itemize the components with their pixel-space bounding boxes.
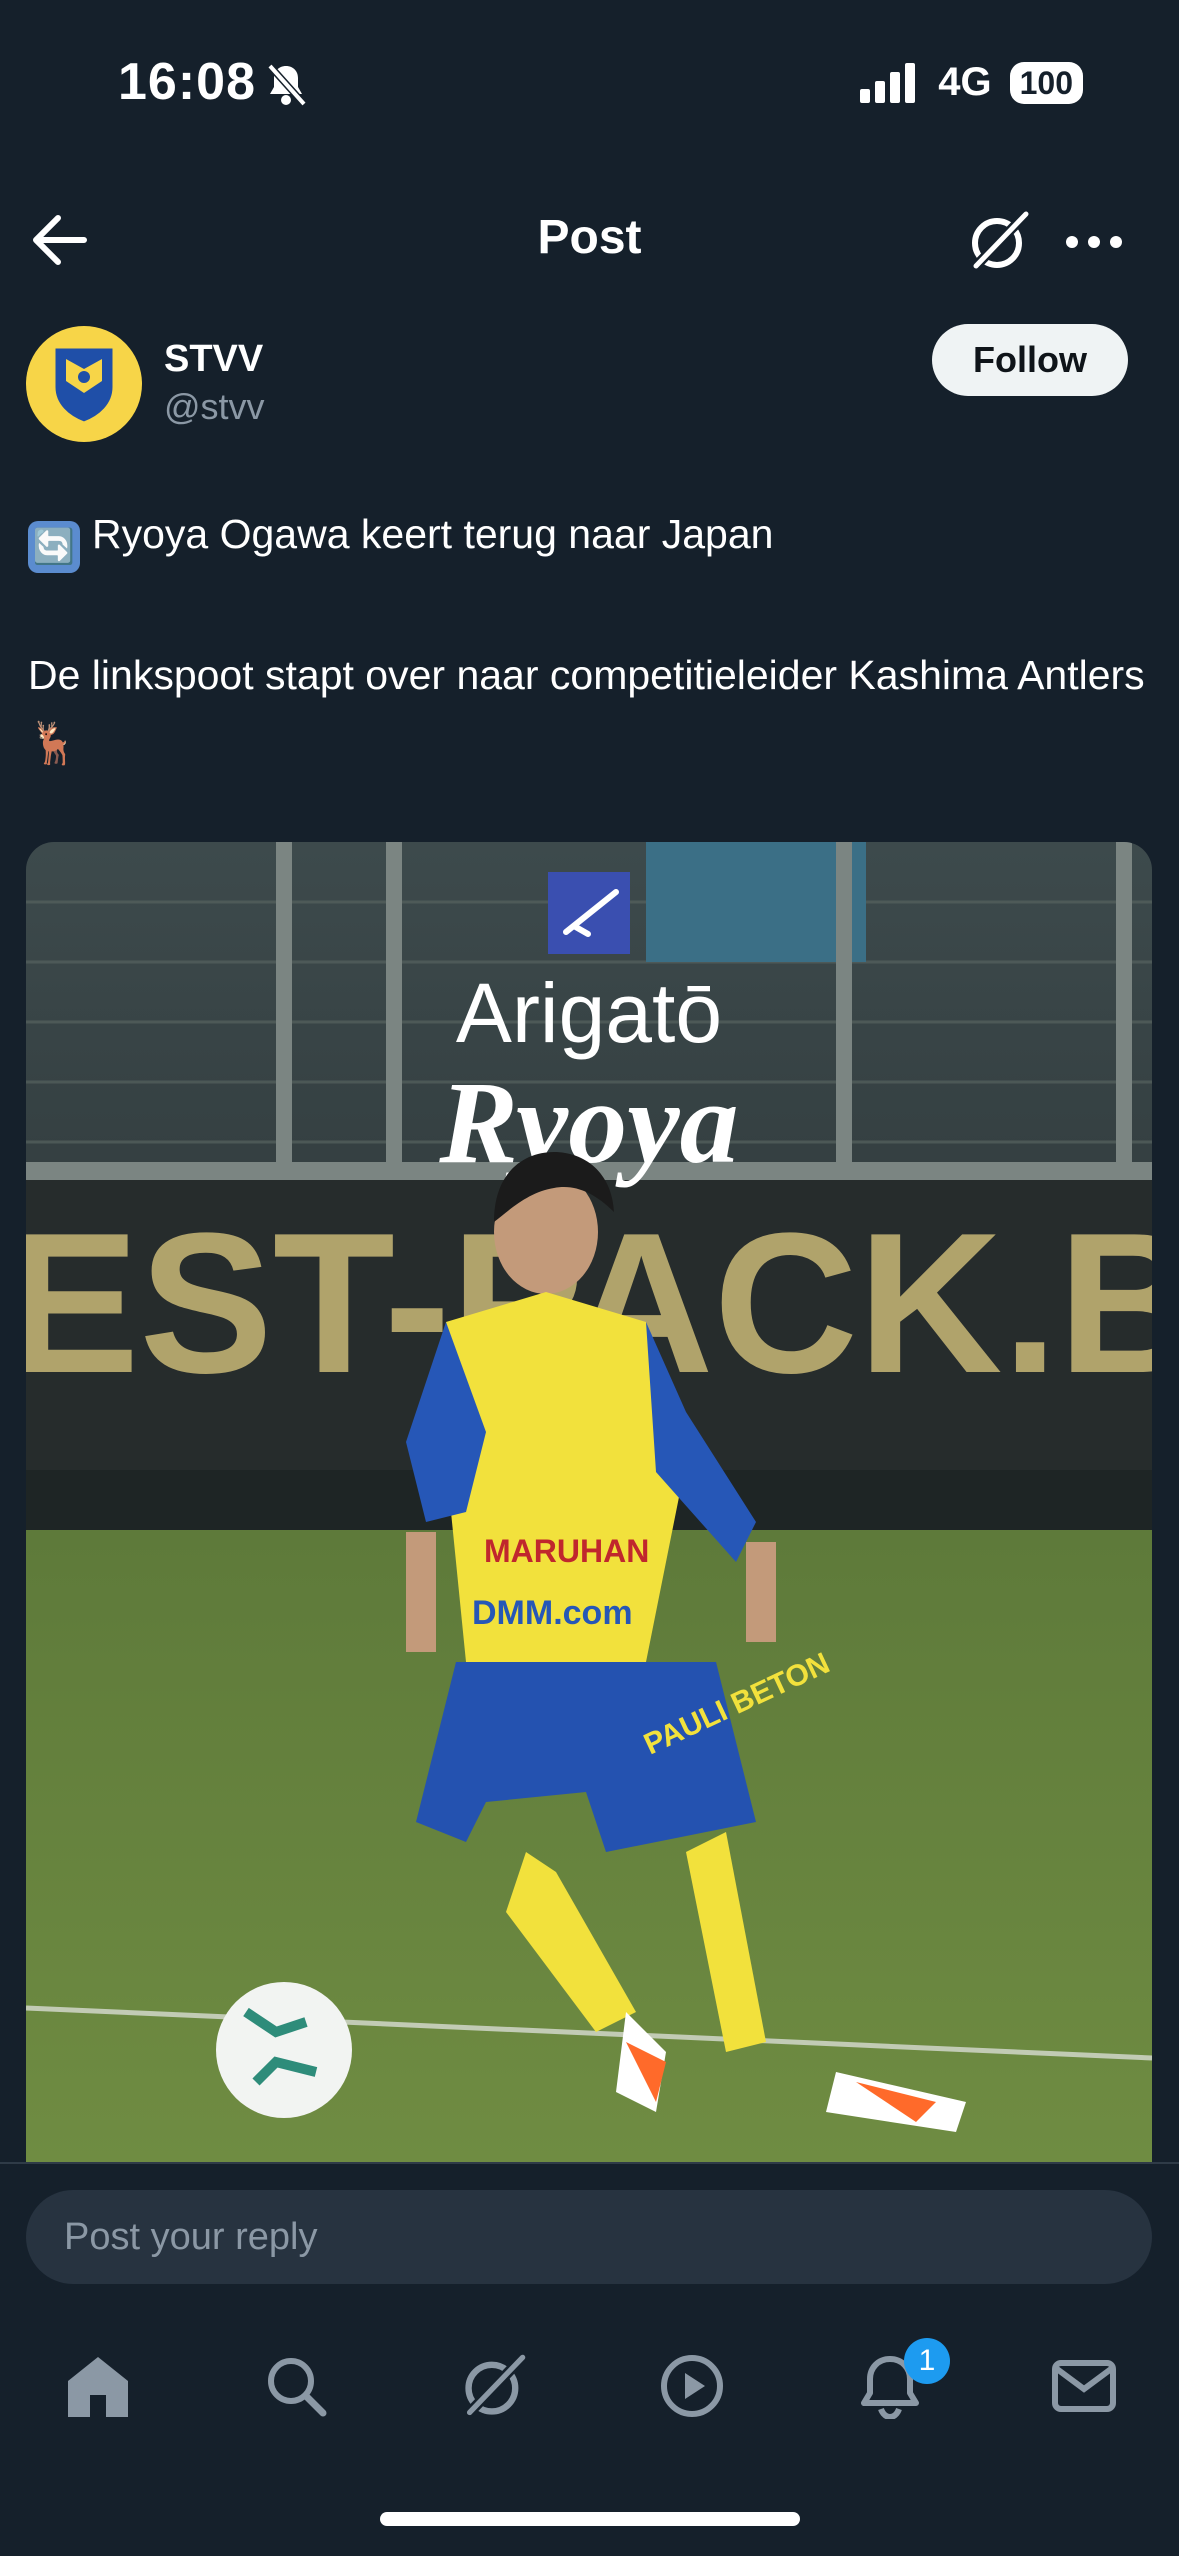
author-handle[interactable]: @stvv: [164, 386, 265, 428]
home-icon[interactable]: [48, 2336, 148, 2436]
author-name[interactable]: STVV: [164, 338, 263, 381]
avatar[interactable]: [26, 326, 142, 442]
post-line-2: De linkspoot stapt over naar competitiel…: [28, 652, 1145, 766]
home-indicator: [380, 2512, 800, 2526]
follow-button[interactable]: Follow: [932, 324, 1128, 396]
search-icon[interactable]: [246, 2336, 346, 2436]
jersey-sponsor: MARUHAN: [484, 1533, 649, 1569]
media-heading-1: Arigatō: [456, 966, 722, 1060]
grok-tab-icon[interactable]: [444, 2336, 544, 2436]
battery-icon: 100: [1009, 61, 1083, 104]
stvv-crest-icon: [52, 345, 116, 425]
reply-input[interactable]: [26, 2190, 1152, 2284]
repeat-emoji-icon: 🔄: [28, 521, 80, 573]
video-icon[interactable]: [642, 2336, 742, 2436]
more-icon[interactable]: [1064, 232, 1124, 257]
post-image[interactable]: EST-PACK.BE Arigatō Ryoya MARUHAN DMM.co…: [26, 842, 1152, 2162]
messages-icon[interactable]: [1034, 2336, 1134, 2436]
jersey-sponsor-2: DMM.com: [472, 1594, 633, 1632]
status-time: 16:08: [118, 53, 256, 111]
post-text: 🔄 Ryoya Ogawa keert terug naar Japan De l…: [28, 500, 1158, 777]
status-right: 4G 100: [860, 60, 1083, 105]
grok-icon[interactable]: [966, 208, 1032, 279]
bell-slash-icon: [264, 62, 308, 113]
notification-badge: 1: [904, 2338, 950, 2384]
ball: [216, 1982, 352, 2118]
post-line-1: Ryoya Ogawa keert terug naar Japan: [92, 511, 774, 557]
signal-icon: [860, 62, 916, 103]
network-type: 4G: [938, 60, 992, 104]
